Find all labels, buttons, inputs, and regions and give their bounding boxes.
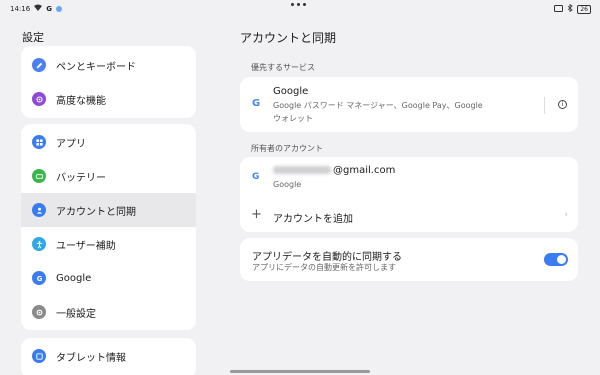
page-title: アカウントと同期 (240, 31, 337, 45)
general-settings-icon (32, 305, 46, 319)
status-bar-left: 14:16 G (10, 4, 62, 13)
preferred-service-subtitle-1: Google パスワード マネージャー、Google Pay、Google (273, 101, 483, 110)
nav-group-2: アプリ バッテリー アカウントと同期 ユーザー補助 G Google 一般設定 (21, 124, 196, 330)
clock: 14:16 (10, 4, 31, 13)
nav-item-label: アカウントと同期 (56, 206, 136, 218)
nav-item-account-sync[interactable]: アカウントと同期 (21, 193, 196, 227)
nav-item-label: ペンとキーボード (56, 61, 136, 73)
autosync-toggle[interactable] (544, 253, 568, 266)
nav-item-label: ユーザー補助 (56, 240, 116, 252)
nav-item-tablet-info[interactable]: タブレット情報 (21, 339, 196, 373)
account-email: @gmail.com (273, 165, 395, 176)
nav-item-pen-keyboard[interactable]: ペンとキーボード (21, 48, 196, 82)
nav-item-label: バッテリー (56, 172, 106, 184)
add-account-label: アカウントを追加 (273, 214, 353, 225)
nav-item-label: 一般設定 (56, 308, 96, 320)
tablet-info-icon (32, 349, 46, 363)
google-logo-icon: G (252, 172, 260, 182)
redacted-username (273, 166, 331, 174)
autosync-card: アプリデータを自動的に同期する アプリにデータの自動更新を許可します (240, 238, 578, 281)
divider (544, 97, 545, 114)
nav-group-3: タブレット情報 (21, 338, 196, 375)
nav-item-battery[interactable]: バッテリー (21, 159, 196, 193)
settings-title: 設定 (22, 31, 44, 44)
nav-item-accessibility[interactable]: ユーザー補助 (21, 227, 196, 261)
autosync-subtitle: アプリにデータの自動更新を許可します (252, 263, 396, 272)
battery-icon (32, 169, 46, 183)
owner-account-label: 所有者のアカウント (251, 144, 323, 153)
status-bar: 14:16 G 26 (0, 0, 600, 18)
account-provider: Google (273, 180, 302, 189)
chevron-right-icon: › (564, 210, 568, 220)
pen-icon (32, 58, 46, 72)
add-account-row[interactable]: + アカウントを追加 › (240, 201, 578, 231)
nav-item-label: Google (56, 272, 92, 284)
accounts-card: G @gmail.com Google + アカウントを追加 › (240, 157, 578, 232)
nav-item-general-settings[interactable]: 一般設定 (21, 295, 196, 329)
nav-item-advanced-features[interactable]: 高度な機能 (21, 82, 196, 116)
nav-item-label: アプリ (56, 138, 86, 150)
account-icon (32, 203, 46, 217)
preferred-service-label: 優先するサービス (251, 63, 315, 72)
nav-item-label: 高度な機能 (56, 95, 106, 107)
preferred-service-card[interactable]: G Google Google パスワード マネージャー、Google Pay、… (240, 77, 578, 132)
plus-icon: + (251, 207, 262, 222)
home-indicator[interactable] (230, 370, 370, 373)
bluetooth-icon (567, 3, 573, 14)
nav-item-apps[interactable]: アプリ (21, 125, 196, 159)
account-row[interactable]: G @gmail.com Google (240, 157, 578, 195)
preferred-service-title: Google (273, 86, 309, 97)
info-icon[interactable]: i (558, 100, 567, 109)
advanced-icon (32, 92, 46, 106)
nav-item-label: タブレット情報 (56, 352, 126, 364)
preferred-service-subtitle-2: ウォレット (273, 114, 313, 123)
apps-icon (32, 135, 46, 149)
google-notification-icon: G (46, 4, 52, 13)
notification-dot-icon (55, 5, 62, 12)
vibrate-icon (554, 4, 564, 14)
nav-group-1: ペンとキーボード 高度な機能 (21, 46, 196, 118)
status-bar-right: 26 (554, 3, 591, 14)
wifi-icon (34, 4, 43, 13)
battery-indicator: 26 (577, 4, 591, 14)
svg-text:G: G (36, 275, 42, 283)
accessibility-icon (32, 237, 46, 251)
window-handle[interactable] (291, 3, 306, 6)
google-icon: G (32, 271, 46, 285)
google-logo-icon: G (252, 98, 261, 109)
nav-item-google[interactable]: G Google (21, 261, 196, 295)
